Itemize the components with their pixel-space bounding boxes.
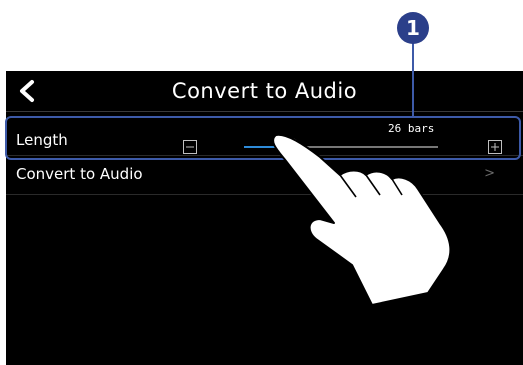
callout-badge: 1 (397, 12, 429, 44)
convert-to-audio-label: Convert to Audio (16, 165, 143, 183)
callout-line (412, 40, 414, 116)
pointing-hand-icon (272, 135, 452, 305)
chevron-right-icon: > (484, 166, 495, 181)
page-title: Convert to Audio (171, 79, 358, 103)
header-bar: Convert to Audio (6, 71, 523, 112)
